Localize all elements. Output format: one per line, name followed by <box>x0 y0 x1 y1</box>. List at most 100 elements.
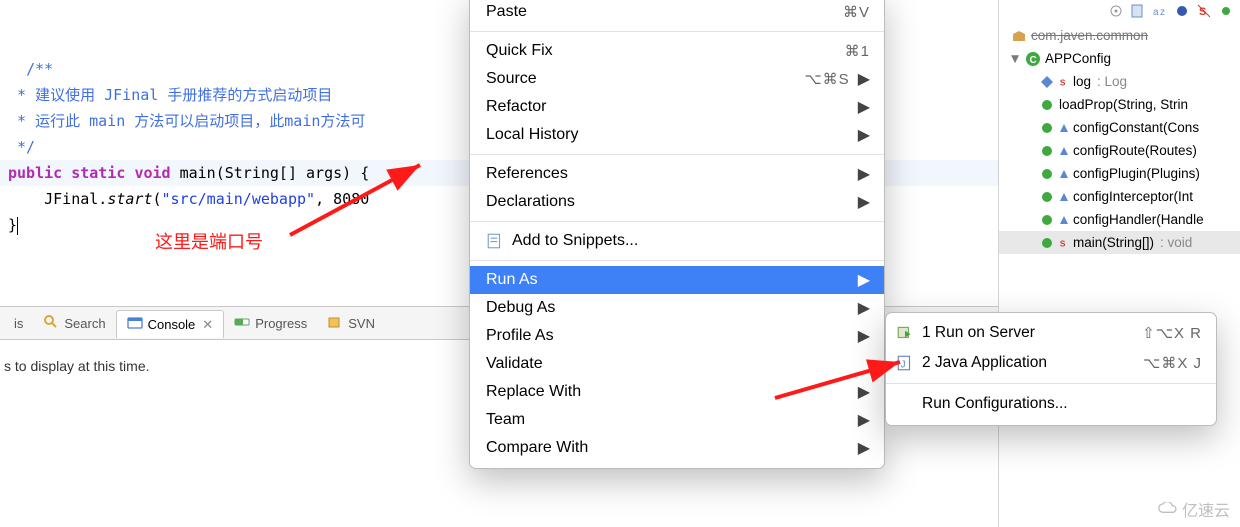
submenu-arrow-icon: ▶ <box>858 438 870 458</box>
tree-method-configplugin[interactable]: configPlugin(Plugins) <box>999 162 1240 185</box>
public-method-icon <box>1039 166 1055 182</box>
svg-text:C: C <box>1030 55 1037 66</box>
svg-text:S: S <box>1060 238 1066 248</box>
tree-package[interactable]: com.javen.common <box>999 24 1240 47</box>
public-method-icon <box>1039 189 1055 205</box>
svg-text:J: J <box>901 360 906 371</box>
tree-method-configinterceptor[interactable]: configInterceptor(Int <box>999 185 1240 208</box>
svn-icon <box>327 314 343 333</box>
snippet-icon <box>486 232 504 250</box>
submenu-arrow-icon: ▶ <box>858 69 870 89</box>
submenu-run-as: 1 Run on Server⇧⌥X R J 2 Java Applicatio… <box>885 312 1217 426</box>
public-method-icon <box>1039 143 1055 159</box>
collapse-icon[interactable]: ▼ <box>1009 53 1021 65</box>
menu-separator <box>470 260 884 261</box>
blank-icon <box>896 395 914 413</box>
progress-icon <box>234 314 250 333</box>
class-icon: C <box>1025 51 1041 67</box>
tree-method-configroute[interactable]: configRoute(Routes) <box>999 139 1240 162</box>
close-icon[interactable]: ✕ <box>202 317 213 333</box>
comment-end: */ <box>8 138 35 156</box>
menu-separator <box>886 383 1216 384</box>
public-method-icon <box>1039 97 1055 113</box>
java-run-icon: J <box>896 354 914 372</box>
string-literal: "src/main/webapp" <box>162 190 316 208</box>
override-marker-icon <box>1059 143 1069 159</box>
svg-text:z: z <box>1160 7 1165 18</box>
menu-debug-as[interactable]: Debug As▶ <box>470 294 884 322</box>
call-method: start <box>107 190 152 208</box>
static-marker-icon: S <box>1059 74 1069 90</box>
tab-search[interactable]: Search <box>33 310 115 337</box>
open-paren: ( <box>153 190 162 208</box>
override-marker-icon <box>1059 189 1069 205</box>
search-icon <box>43 314 59 333</box>
menu-team[interactable]: Team▶ <box>470 406 884 434</box>
menu-separator <box>470 221 884 222</box>
tree-method-loadprop[interactable]: loadProp(String, Strin <box>999 93 1240 116</box>
kw-void: void <box>134 164 170 182</box>
submenu-arrow-icon: ▶ <box>858 410 870 430</box>
annotation-port-label: 这里是端口号 <box>155 228 263 254</box>
tab-progress[interactable]: Progress <box>224 310 317 337</box>
submenu-run-on-server[interactable]: 1 Run on Server⇧⌥X R <box>886 318 1216 348</box>
comment-start: /** <box>26 60 53 78</box>
context-menu: Paste⌘V Quick Fix⌘1 Source⌥⌘S▶ Refactor▶… <box>469 0 885 469</box>
menu-separator <box>470 31 884 32</box>
method-sig: main(String[] args) { <box>171 164 370 182</box>
tree-method-configconstant[interactable]: configConstant(Cons <box>999 116 1240 139</box>
submenu-arrow-icon: ▶ <box>858 298 870 318</box>
tree-method-main[interactable]: S main(String[]) : void <box>999 231 1240 254</box>
outline-view: az S com.javen.common ▼ C APPConfig S lo… <box>998 0 1240 527</box>
menu-compare-with[interactable]: Compare With▶ <box>470 434 884 462</box>
menu-declarations[interactable]: Declarations▶ <box>470 188 884 216</box>
text-caret <box>17 217 18 235</box>
public-method-icon <box>1039 212 1055 228</box>
console-icon <box>127 315 143 334</box>
public-method-icon <box>1039 235 1055 251</box>
sort-icon[interactable] <box>1130 3 1146 19</box>
port-arg: , 8080 <box>315 190 369 208</box>
comment-line2-pre: * 建议使用 <box>8 86 104 104</box>
menu-separator <box>470 154 884 155</box>
kw-public: public <box>8 164 62 182</box>
submenu-arrow-icon: ▶ <box>858 164 870 184</box>
menu-source[interactable]: Source⌥⌘S▶ <box>470 65 884 93</box>
menu-snippets[interactable]: Add to Snippets... <box>470 227 884 255</box>
menu-localhistory[interactable]: Local History▶ <box>470 121 884 149</box>
hide-fields-icon[interactable] <box>1218 3 1234 19</box>
submenu-arrow-icon: ▶ <box>858 97 870 117</box>
menu-references[interactable]: References▶ <box>470 160 884 188</box>
submenu-java-application[interactable]: J 2 Java Application⌥⌘X J <box>886 348 1216 378</box>
tree-class[interactable]: ▼ C APPConfig <box>999 47 1240 70</box>
menu-refactor[interactable]: Refactor▶ <box>470 93 884 121</box>
override-marker-icon <box>1059 120 1069 136</box>
hide-static-icon[interactable]: S <box>1196 3 1212 19</box>
comment-line2-post: 手册推荐的方式启动项目 <box>158 86 332 104</box>
submenu-arrow-icon: ▶ <box>858 326 870 346</box>
tab-svn[interactable]: SVN <box>317 310 385 337</box>
submenu-arrow-icon: ▶ <box>858 270 870 290</box>
submenu-arrow-icon: ▶ <box>858 125 870 145</box>
close-brace: } <box>8 216 17 234</box>
menu-profile-as[interactable]: Profile As▶ <box>470 322 884 350</box>
menu-quickfix[interactable]: Quick Fix⌘1 <box>470 37 884 65</box>
focus-icon[interactable] <box>1108 3 1124 19</box>
override-marker-icon <box>1059 166 1069 182</box>
alpha-sort-icon[interactable]: az <box>1152 3 1168 19</box>
hide-nonpublic-icon[interactable] <box>1174 3 1190 19</box>
menu-run-as[interactable]: Run As▶ <box>470 266 884 294</box>
tab-partial[interactable]: is <box>4 312 33 335</box>
field-default-icon <box>1039 74 1055 90</box>
tab-console[interactable]: Console ✕ <box>116 310 225 338</box>
call-prefix: JFinal. <box>8 190 107 208</box>
tree-field-log[interactable]: S log : Log <box>999 70 1240 93</box>
tree-method-confighandler[interactable]: configHandler(Handle <box>999 208 1240 231</box>
override-marker-icon <box>1059 212 1069 228</box>
menu-paste[interactable]: Paste⌘V <box>470 0 884 26</box>
menu-validate[interactable]: Validate <box>470 350 884 378</box>
outline-tree[interactable]: com.javen.common ▼ C APPConfig S log : L… <box>999 22 1240 254</box>
server-run-icon <box>896 324 914 342</box>
menu-replace-with[interactable]: Replace With▶ <box>470 378 884 406</box>
submenu-run-configurations[interactable]: Run Configurations... <box>886 389 1216 419</box>
